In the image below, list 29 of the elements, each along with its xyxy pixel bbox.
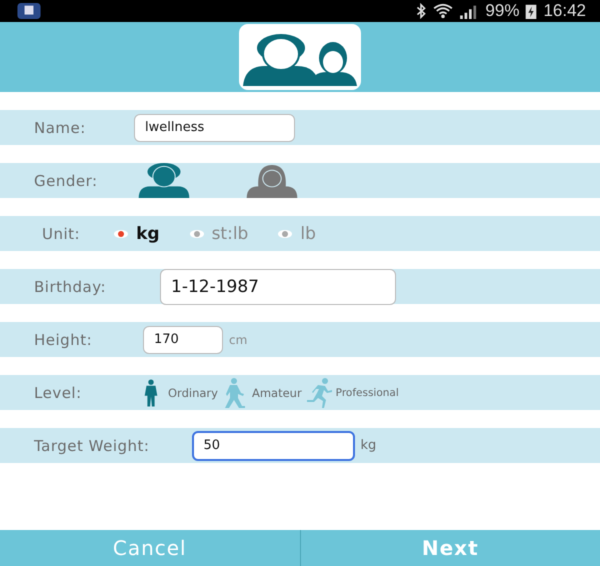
level-option-label[interactable]: Amateur	[252, 386, 302, 400]
unit-label: Unit:	[42, 224, 80, 242]
battery-percentage: 99%	[485, 1, 520, 21]
level-label: Level:	[34, 384, 83, 402]
height-field[interactable]: 170	[143, 326, 223, 354]
bluetooth-icon	[415, 3, 428, 19]
level-option-label[interactable]: Professional	[336, 386, 399, 398]
standing-figure-icon[interactable]	[142, 378, 160, 408]
target-weight-label: Target Weight:	[34, 436, 150, 454]
unit-radio-option[interactable]: kg	[114, 224, 160, 244]
name-field[interactable]: lwellness	[134, 114, 295, 142]
app-notification-icon	[16, 3, 42, 19]
male-avatar-icon[interactable]	[136, 163, 192, 198]
female-avatar-icon[interactable]	[244, 163, 300, 198]
unit-radio-option[interactable]: lb	[278, 224, 316, 244]
name-label: Name:	[34, 118, 87, 136]
birthday-field[interactable]: 1-12-1987	[160, 268, 396, 304]
birthday-label: Birthday:	[34, 278, 108, 296]
wifi-icon	[433, 3, 454, 19]
target-weight-field[interactable]: 50	[192, 430, 354, 460]
gender-label: Gender:	[34, 172, 99, 190]
users-avatar-icon[interactable]	[239, 24, 361, 90]
battery-charging-icon	[525, 3, 538, 19]
height-label: Height:	[34, 330, 94, 348]
unit-radio-option[interactable]: st:lb	[190, 224, 248, 244]
clock: 16:42	[543, 1, 586, 21]
weight-unit: kg	[360, 438, 376, 453]
level-option-label[interactable]: Ordinary	[168, 386, 218, 400]
height-unit: cm	[229, 332, 248, 346]
